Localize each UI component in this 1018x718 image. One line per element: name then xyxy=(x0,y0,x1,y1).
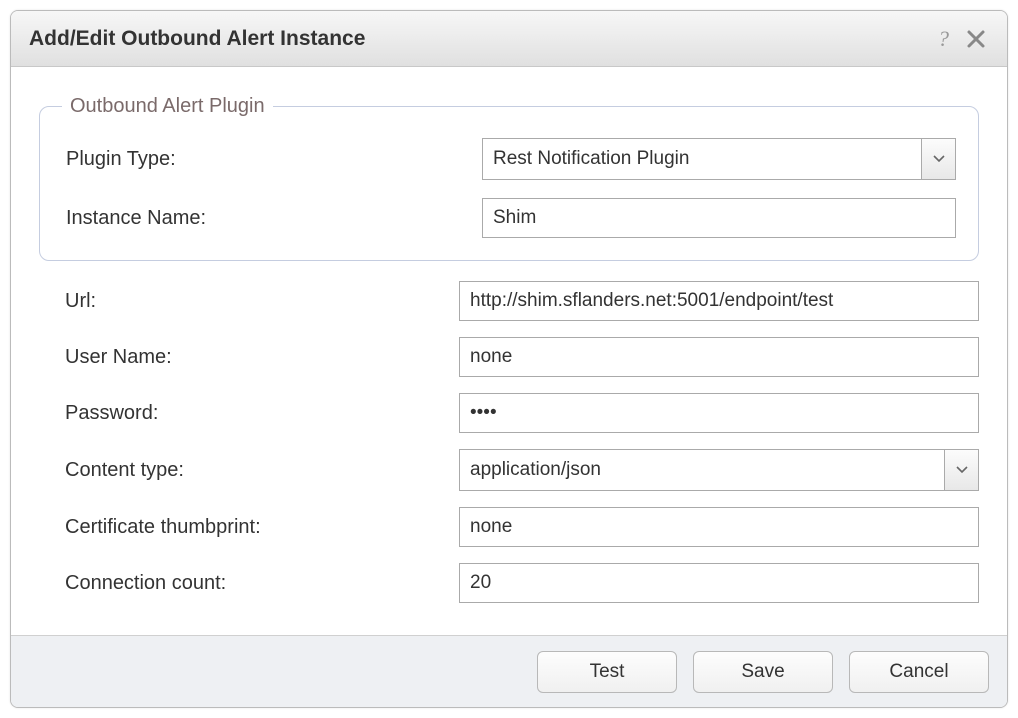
row-user-name: User Name: xyxy=(39,337,979,377)
instance-name-input[interactable] xyxy=(482,198,956,238)
chevron-down-icon xyxy=(944,450,978,490)
password-input[interactable] xyxy=(459,393,979,433)
plugin-settings: Url: User Name: Password: Content type: xyxy=(39,281,979,603)
fieldset-legend: Outbound Alert Plugin xyxy=(62,95,273,118)
dialog-title: Add/Edit Outbound Alert Instance xyxy=(29,27,365,51)
label-url: Url: xyxy=(39,290,459,313)
plugin-type-value: Rest Notification Plugin xyxy=(483,139,921,179)
row-connection-count: Connection count: xyxy=(39,563,979,603)
row-plugin-type: Plugin Type: Rest Notification Plugin xyxy=(62,138,956,180)
dialog-footer: Test Save Cancel xyxy=(11,635,1007,707)
label-cert-thumbprint: Certificate thumbprint: xyxy=(39,516,459,539)
help-icon[interactable]: ? xyxy=(934,26,953,52)
fieldset-outbound-alert-plugin: Outbound Alert Plugin Plugin Type: Rest … xyxy=(39,95,979,261)
url-input[interactable] xyxy=(459,281,979,321)
label-password: Password: xyxy=(39,402,459,425)
close-icon[interactable] xyxy=(963,26,989,52)
cancel-button[interactable]: Cancel xyxy=(849,651,989,693)
row-content-type: Content type: application/json xyxy=(39,449,979,491)
row-cert-thumbprint: Certificate thumbprint: xyxy=(39,507,979,547)
row-instance-name: Instance Name: xyxy=(62,198,956,238)
chevron-down-icon xyxy=(921,139,955,179)
cert-thumbprint-input[interactable] xyxy=(459,507,979,547)
label-plugin-type: Plugin Type: xyxy=(62,148,482,171)
dialog-add-edit-outbound-alert: Add/Edit Outbound Alert Instance ? Outbo… xyxy=(10,10,1008,708)
content-type-select[interactable]: application/json xyxy=(459,449,979,491)
label-content-type: Content type: xyxy=(39,459,459,482)
user-name-input[interactable] xyxy=(459,337,979,377)
titlebar: Add/Edit Outbound Alert Instance ? xyxy=(11,11,1007,67)
content-type-value: application/json xyxy=(460,450,944,490)
dialog-body: Outbound Alert Plugin Plugin Type: Rest … xyxy=(11,67,1007,635)
save-button[interactable]: Save xyxy=(693,651,833,693)
connection-count-input[interactable] xyxy=(459,563,979,603)
label-instance-name: Instance Name: xyxy=(62,207,482,230)
row-password: Password: xyxy=(39,393,979,433)
plugin-type-select[interactable]: Rest Notification Plugin xyxy=(482,138,956,180)
test-button[interactable]: Test xyxy=(537,651,677,693)
label-connection-count: Connection count: xyxy=(39,572,459,595)
label-user-name: User Name: xyxy=(39,346,459,369)
row-url: Url: xyxy=(39,281,979,321)
